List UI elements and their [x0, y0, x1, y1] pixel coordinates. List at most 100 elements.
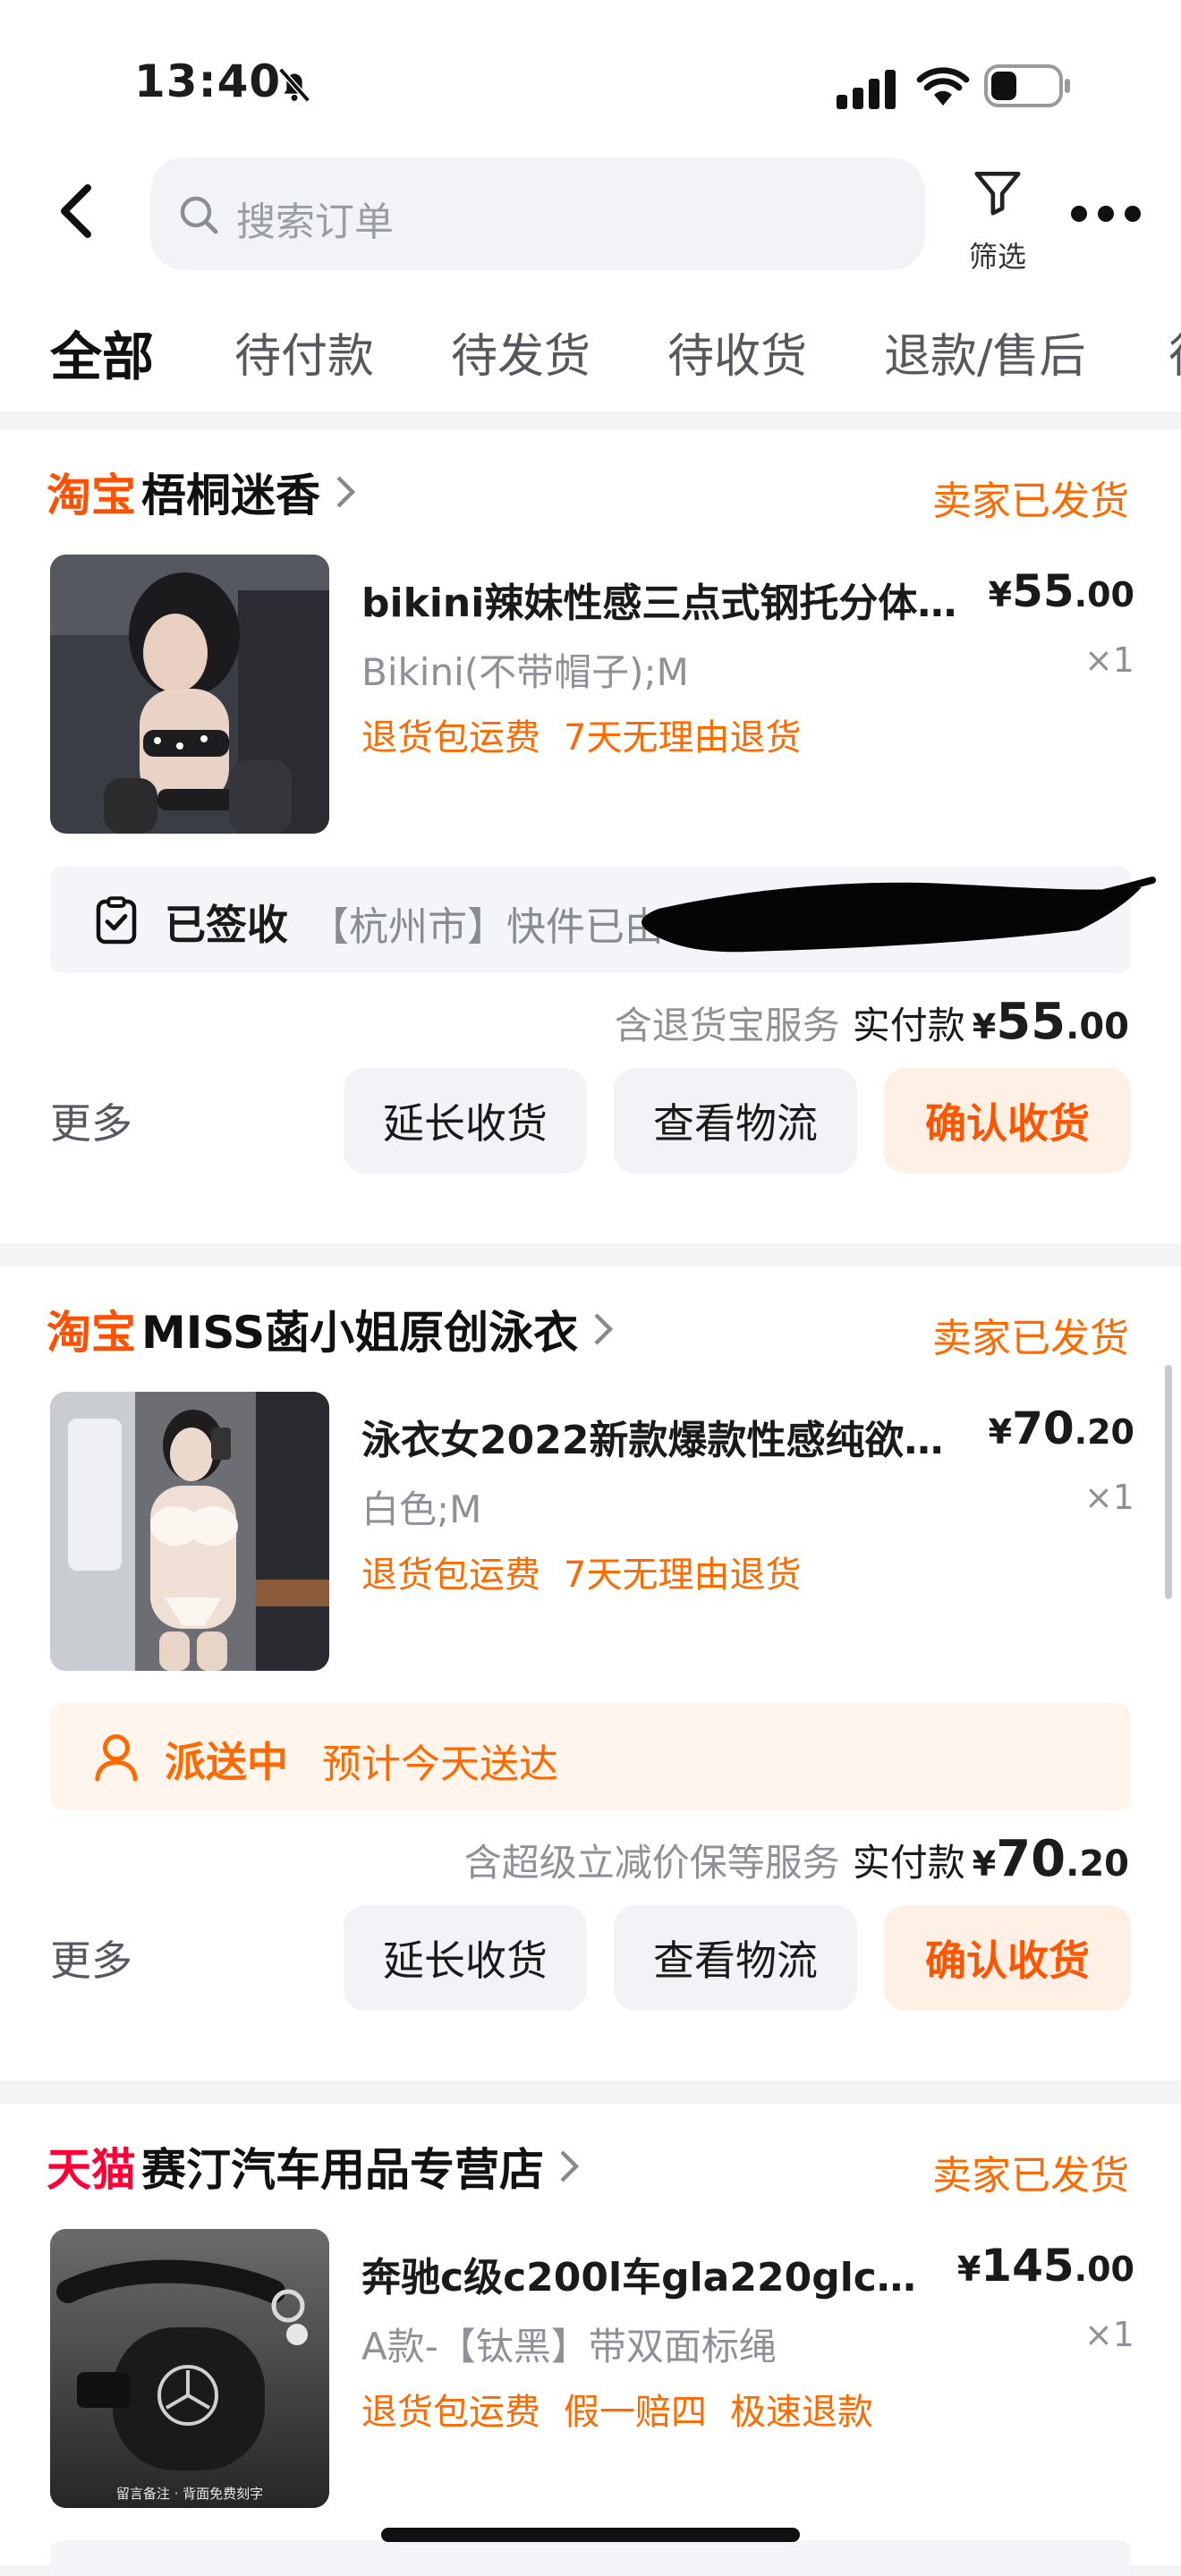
tab-pending-shipment[interactable]: 待发货	[451, 318, 590, 386]
confirm-receipt-button[interactable]: 确认收货	[884, 1905, 1131, 2011]
more-link[interactable]: 更多	[50, 1091, 132, 1150]
cellular-signal-icon	[837, 70, 896, 109]
status-bar: 13:40	[0, 0, 1181, 152]
delivery-status: 派送中	[165, 1738, 288, 1786]
paid-decimal: .20	[1066, 1843, 1129, 1885]
product-thumbnail[interactable]: 留言备注 · 背面免费刻字	[50, 2229, 329, 2508]
shop-header[interactable]: 天猫 赛汀汽车用品专营店	[47, 2131, 582, 2202]
wifi-icon	[916, 67, 970, 106]
home-indicator[interactable]	[381, 2528, 800, 2542]
product-price: ¥70.20	[989, 1402, 1134, 1454]
order-card: 淘宝 梧桐迷香 卖家已发货 bikini辣妹性感三点式钢托分体泳衣 ¥55.00…	[0, 429, 1181, 1243]
back-arrow-icon[interactable]	[55, 182, 95, 240]
chevron-right-icon	[560, 2150, 580, 2182]
order-tabs: 全部 待付款 待发货 待收货 退款/售后 待	[0, 286, 1181, 411]
more-link[interactable]: 更多	[50, 1928, 132, 1987]
price-currency: ¥	[956, 2250, 981, 2289]
paid-currency: ¥	[972, 1844, 997, 1884]
more-options-icon[interactable]	[1070, 200, 1142, 227]
service-tags: 退货包运费 假一赔四 极速退款	[361, 2383, 896, 2435]
paid-currency: ¥	[972, 1007, 997, 1046]
order-status: 卖家已发货	[932, 1316, 1129, 1361]
product-thumbnail[interactable]	[50, 1392, 329, 1671]
price-decimal: .00	[1074, 575, 1134, 614]
service-tag: 极速退款	[730, 2392, 873, 2433]
platform-badge: 天猫	[47, 2144, 136, 2196]
service-tags: 退货包运费 7天无理由退货	[361, 708, 824, 760]
service-tag: 假一赔四	[564, 2392, 707, 2433]
extend-receipt-button[interactable]: 延长收货	[344, 1068, 587, 1174]
extend-receipt-button[interactable]: 延长收货	[344, 1905, 587, 2011]
product-thumbnail[interactable]	[50, 555, 329, 834]
shop-name: MISS菡小姐原创泳衣	[141, 1307, 579, 1359]
tab-pending-payment[interactable]: 待付款	[234, 318, 374, 386]
filter-funnel-icon	[974, 172, 1021, 216]
price-integer: 145	[981, 2240, 1075, 2292]
search-header: 搜索订单 筛选	[0, 152, 1181, 286]
status-time: 13:40	[134, 55, 282, 107]
delivery-status-bar[interactable]: 已签收 【杭州市】快件已由【	[50, 866, 1156, 973]
price-integer: 55	[1012, 565, 1075, 617]
platform-badge: 淘宝	[47, 1307, 136, 1359]
order-status: 卖家已发货	[932, 479, 1129, 524]
product-sku: Bikini(不带帽子);M	[361, 650, 689, 694]
paid-service-note: 含退货宝服务	[614, 1004, 840, 1047]
product-quantity: ×1	[1083, 640, 1134, 680]
price-decimal: .00	[1074, 2250, 1134, 2289]
product-quantity: ×1	[1083, 1478, 1134, 1517]
thumbnail-caption: 留言备注 · 背面免费刻字	[115, 2486, 264, 2502]
chevron-right-icon	[336, 476, 356, 508]
scrollbar[interactable]	[1165, 1365, 1172, 1599]
service-tag: 退货包运费	[361, 2392, 540, 2433]
product-title[interactable]: bikini辣妹性感三点式钢托分体泳衣	[361, 571, 970, 628]
price-integer: 70	[1012, 1402, 1075, 1454]
product-quantity: ×1	[1083, 2315, 1134, 2354]
redaction-scribble	[641, 877, 1156, 953]
search-input[interactable]: 搜索订单	[150, 157, 925, 270]
paid-integer: 55	[996, 993, 1066, 1051]
product-title[interactable]: 奔驰c级c200l车gla220glc260钥匙套	[361, 2245, 934, 2302]
clipboard-check-icon	[96, 896, 137, 945]
service-tag: 退货包运费	[361, 1555, 540, 1596]
delivery-status-bar[interactable]: 派送中 预计今天送达	[50, 1703, 1131, 1810]
shop-header[interactable]: 淘宝 MISS菡小姐原创泳衣	[47, 1293, 616, 1365]
platform-badge: 淘宝	[47, 470, 136, 521]
paid-label: 实付款	[852, 1841, 965, 1885]
order-card: 天猫 赛汀汽车用品专营店 卖家已发货 留言备注 · 背面免费刻字 奔驰c级c20…	[0, 2104, 1181, 2565]
paid-service-note: 含超级立减价保等服务	[463, 1841, 840, 1885]
paid-label: 实付款	[852, 1004, 965, 1047]
paid-integer: 70	[996, 1830, 1066, 1888]
tab-review[interactable]: 待	[1168, 318, 1181, 386]
battery-icon	[984, 64, 1070, 107]
courier-person-icon	[95, 1734, 138, 1782]
shop-name: 赛汀汽车用品专营店	[141, 2144, 544, 2196]
product-price: ¥145.00	[957, 2240, 1134, 2292]
product-price: ¥55.00	[989, 565, 1134, 617]
price-currency: ¥	[988, 575, 1013, 614]
product-photo	[50, 2229, 329, 2508]
service-tag: 退货包运费	[361, 717, 540, 758]
search-icon	[180, 196, 218, 234]
product-title[interactable]: 泳衣女2022新款爆款性感纯欲风比基尼	[361, 1408, 970, 1465]
tab-all[interactable]: 全部	[50, 315, 154, 390]
order-card: 淘宝 MISS菡小姐原创泳衣 卖家已发货 泳衣女2022新款爆款性感纯欲风比基尼…	[0, 1267, 1181, 2080]
paid-decimal: .00	[1066, 1006, 1129, 1047]
view-logistics-button[interactable]: 查看物流	[614, 1905, 857, 2011]
confirm-receipt-button[interactable]: 确认收货	[884, 1068, 1131, 1174]
shop-header[interactable]: 淘宝 梧桐迷香	[47, 456, 358, 528]
shop-name: 梧桐迷香	[141, 470, 320, 521]
tab-refund-aftersale[interactable]: 退款/售后	[884, 318, 1086, 386]
price-decimal: .20	[1074, 1412, 1134, 1452]
filter-label: 筛选	[968, 240, 1026, 274]
service-tag: 7天无理由退货	[564, 1555, 802, 1596]
filter-button[interactable]: 筛选	[959, 161, 1036, 277]
service-tags: 退货包运费 7天无理由退货	[361, 1546, 824, 1597]
tab-pending-receipt[interactable]: 待收货	[667, 318, 807, 386]
bell-muted-icon	[278, 67, 310, 103]
view-logistics-button[interactable]: 查看物流	[614, 1068, 857, 1174]
product-sku: A款-【钛黑】带双面标绳	[361, 2325, 777, 2368]
search-placeholder: 搜索订单	[236, 199, 394, 245]
paid-amount: 含超级立减价保等服务 实付款 ¥70.20	[464, 1830, 1129, 1888]
delivery-status: 已签收	[165, 901, 288, 949]
product-photo	[50, 1392, 329, 1671]
